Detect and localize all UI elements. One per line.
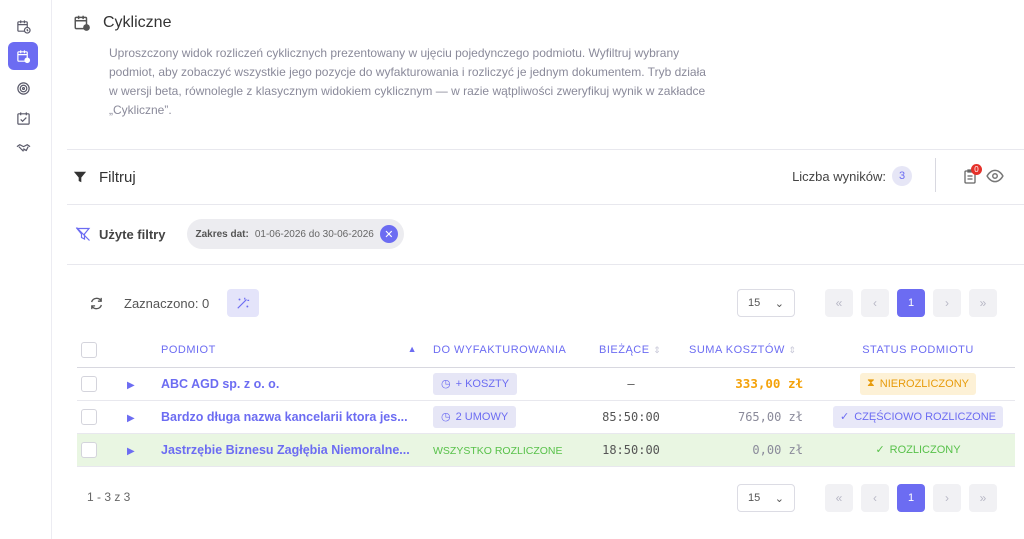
current-value: 85:50:00 [602, 409, 660, 424]
sidebar [0, 0, 52, 539]
filter-off-icon [75, 227, 91, 241]
clock-icon: ◷ [441, 411, 451, 423]
column-header-current[interactable]: BIEŻĄCE ⇕ [599, 334, 689, 368]
filter-chip-value: 01-06-2026 do 30-06-2026 [254, 228, 374, 240]
expand-caret-icon[interactable]: ▶ [127, 446, 135, 457]
next-page-button[interactable]: › [933, 289, 961, 317]
page-title: Cykliczne [103, 14, 172, 31]
filter-chip-key: Zakres dat: [195, 228, 249, 240]
refresh-icon[interactable] [89, 296, 104, 311]
double-check-icon: ✓ [875, 444, 885, 456]
table-toolbar: Zaznaczono: 0 [89, 288, 260, 318]
to-invoice-tag: WSZYSTKO ROZLICZONE [433, 444, 563, 457]
page-size-value: 15 [748, 492, 761, 504]
results-count-badge: 3 [892, 166, 912, 186]
row-checkbox[interactable] [81, 408, 97, 425]
sort-icon: ⇕ [653, 345, 662, 356]
current-page-button[interactable]: 1 [897, 484, 925, 512]
used-filters: Użyte filtry Zakres dat: 01-06-2026 do 3… [75, 218, 404, 250]
sidebar-item-calendar[interactable] [8, 12, 38, 40]
calendar-recurring-icon [16, 49, 30, 63]
status-badge: ⧗ NIEROZLICZONY [860, 372, 976, 395]
first-page-button[interactable]: « [825, 484, 853, 512]
divider [67, 204, 1024, 205]
magic-wand-icon [237, 297, 250, 309]
table-header-row: PODMIOT ▲ DO WYFAKTUROWANIA BIEŻĄCE ⇕ SUM… [77, 334, 1015, 368]
page-description: Uproszczony widok rozliczeń cyklicznych … [109, 46, 706, 117]
expand-caret-icon[interactable]: ▶ [127, 413, 135, 424]
page-size-select[interactable]: 15 ⌄ [737, 484, 795, 512]
column-header-status[interactable]: STATUS PODMIOTU [821, 334, 1015, 368]
row-checkbox[interactable] [81, 375, 97, 392]
target-icon [16, 81, 30, 95]
current-page-button[interactable]: 1 [897, 289, 925, 317]
current-value: — [627, 376, 635, 391]
column-header-to-invoice[interactable]: DO WYFAKTUROWANIA [433, 334, 599, 368]
table-row[interactable]: ▶ Jastrzębie Biznesu Zagłębia Niemoralne… [77, 433, 1015, 467]
entity-link[interactable]: Bardzo długa nazwa kancelarii ktora jes.… [161, 410, 408, 424]
filter-bar[interactable]: Filtruj Liczba wyników: 3 0 [73, 150, 1024, 204]
table-row[interactable]: ▶ ABC AGD sp. z o. o. ◷ + KOSZTY — 333,00… [77, 367, 1015, 401]
results-label: Liczba wyników: [792, 168, 886, 184]
current-value: 18:50:00 [602, 442, 660, 457]
sort-icon: ⇕ [788, 345, 797, 356]
expand-caret-icon[interactable]: ▶ [127, 380, 135, 391]
pagination-bottom: 15 ⌄ « ‹ 1 › » [737, 484, 997, 512]
calendar-check-icon [16, 111, 30, 125]
table-row[interactable]: ▶ Bardzo długa nazwa kancelarii ktora je… [77, 400, 1015, 434]
pagination-top: 15 ⌄ « ‹ 1 › » [737, 289, 997, 317]
filter-chip-date-range[interactable]: Zakres dat: 01-06-2026 do 30-06-2026 ✕ [187, 219, 404, 249]
status-badge: ✓ CZĘŚCIOWO ROZLICZONE [833, 405, 1003, 428]
calendar-recurring-icon [74, 15, 90, 31]
divider [67, 264, 1024, 265]
last-page-button[interactable]: » [969, 484, 997, 512]
last-page-button[interactable]: » [969, 289, 997, 317]
page-header: Cykliczne [73, 14, 171, 32]
cost-sum-value: 765,00 zł [737, 409, 803, 424]
entity-link[interactable]: Jastrzębie Biznesu Zagłębia Niemoralne..… [161, 443, 410, 457]
filter-icon [73, 171, 87, 183]
select-all-checkbox[interactable] [81, 342, 97, 359]
chevron-down-icon: ⌄ [774, 297, 784, 310]
page-size-value: 15 [748, 297, 761, 309]
prev-page-button[interactable]: ‹ [861, 289, 889, 317]
eye-icon[interactable] [986, 167, 1004, 185]
close-icon[interactable]: ✕ [379, 225, 398, 243]
page-size-select[interactable]: 15 ⌄ [737, 289, 795, 317]
next-page-button[interactable]: › [933, 484, 961, 512]
column-header-entity[interactable]: PODMIOT ▲ [161, 334, 433, 368]
first-page-button[interactable]: « [825, 289, 853, 317]
status-badge: ✓ ROZLICZONY [875, 443, 961, 457]
sidebar-item-recurring[interactable] [8, 42, 38, 70]
results-count: Liczba wyników: 3 [792, 166, 912, 186]
cost-sum-value: 0,00 zł [752, 442, 803, 457]
entities-table: PODMIOT ▲ DO WYFAKTUROWANIA BIEŻĄCE ⇕ SUM… [77, 334, 1015, 467]
hourglass-icon: ⧗ [867, 377, 875, 389]
check-icon: ✓ [840, 411, 850, 423]
cost-sum-value: 333,00 zł [735, 376, 803, 391]
prev-page-button[interactable]: ‹ [861, 484, 889, 512]
chevron-down-icon: ⌄ [774, 492, 784, 505]
results-range: 1 - 3 z 3 [87, 490, 131, 504]
used-filters-label: Użyte filtry [99, 226, 166, 242]
sidebar-item-target[interactable] [8, 74, 38, 102]
notification-badge: 0 [971, 164, 982, 175]
to-invoice-tag[interactable]: ◷ 2 UMOWY [433, 405, 517, 428]
divider [935, 158, 936, 192]
sidebar-item-tasks[interactable] [8, 104, 38, 132]
calendar-clock-icon [16, 19, 31, 34]
entity-link[interactable]: ABC AGD sp. z o. o. [161, 377, 279, 391]
sidebar-item-deals[interactable] [8, 134, 38, 162]
filter-label: Filtruj [99, 168, 136, 186]
handshake-icon [16, 143, 30, 152]
clock-icon: ◷ [441, 378, 451, 390]
magic-wand-button[interactable] [227, 289, 260, 317]
column-header-cost-sum[interactable]: SUMA KOSZTÓW ⇕ [689, 334, 821, 368]
main-content: Cykliczne Uproszczony widok rozliczeń cy… [53, 0, 1024, 539]
to-invoice-tag[interactable]: ◷ + KOSZTY [433, 372, 518, 395]
sort-icon: ▲ [407, 344, 417, 355]
selected-count: Zaznaczono: 0 [124, 295, 210, 311]
row-checkbox[interactable] [81, 441, 97, 458]
